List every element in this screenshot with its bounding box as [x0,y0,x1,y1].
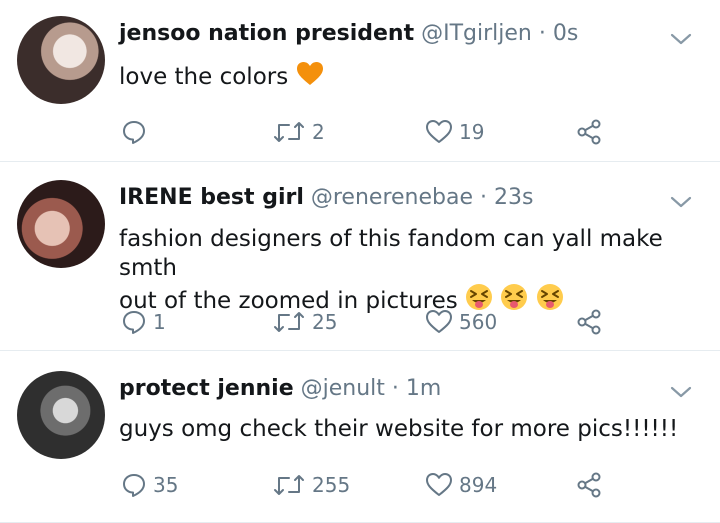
retweet-icon [274,122,304,142]
tweet-text: guys omg check their website for more pi… [119,415,690,444]
like-button[interactable]: 19 [425,117,484,147]
tweet-text-line: fashion designers of this fandom can yal… [119,226,663,281]
reply-button[interactable]: 35 [121,470,178,500]
like-button[interactable]: 560 [425,307,497,337]
tweet-text-line: guys omg check their website for more pi… [119,416,679,442]
retweet-button[interactable]: 2 [272,117,325,147]
tweet-header: IRENE best girl @renerenebae · 23s [119,184,533,212]
reply-button[interactable]: 1 [121,307,166,337]
separator: · [391,376,399,401]
share-button[interactable] [575,117,603,147]
tweet-header: protect jennie @jenult · 1m [119,375,441,403]
tweet-text: love the colors [119,61,690,92]
tweet-header: jensoo nation president @ITgirljen · 0s [119,20,578,48]
share-icon [577,309,601,335]
tweet-text: fashion designers of this fandom can yal… [119,225,690,316]
display-name[interactable]: jensoo nation president [119,21,414,46]
user-handle[interactable]: @jenult [301,376,385,401]
tweet[interactable]: protect jennie @jenult · 1m guys omg che… [0,351,720,523]
heart-icon [426,310,452,333]
reply-icon [123,474,145,497]
separator: · [480,185,488,210]
avatar[interactable] [17,16,105,104]
retweet-button[interactable]: 255 [272,470,350,500]
tweet-text-line: love the colors [119,64,289,90]
retweet-icon [274,475,304,495]
reply-count: 35 [153,473,179,497]
chevron-down-icon[interactable] [670,32,692,46]
reply-icon [123,121,145,144]
share-icon [577,119,601,145]
timestamp[interactable]: 23s [494,185,533,210]
tweet[interactable]: jensoo nation president @ITgirljen · 0s … [0,0,720,162]
user-handle[interactable]: @ITgirljen [421,21,532,46]
tweet-actions: 2 19 [0,117,720,147]
share-button[interactable] [575,470,603,500]
retweet-button[interactable]: 25 [272,307,337,337]
separator: · [538,21,546,46]
share-button[interactable] [575,307,603,337]
reply-icon [123,311,145,334]
like-count: 560 [459,310,498,334]
retweet-count: 25 [312,310,338,334]
chevron-down-icon[interactable] [670,195,692,209]
user-handle[interactable]: @renerenebae [311,185,473,210]
heart-icon [426,120,452,143]
avatar[interactable] [17,180,105,268]
retweet-icon [274,312,304,332]
tweet[interactable]: IRENE best girl @renerenebae · 23s fashi… [0,162,720,351]
reply-count: 1 [153,310,166,334]
timestamp[interactable]: 1m [406,376,441,401]
retweet-count: 2 [312,120,325,144]
display-name[interactable]: IRENE best girl [119,185,304,210]
timestamp[interactable]: 0s [553,21,578,46]
tweet-actions: 35 255 894 [0,470,720,500]
retweet-count: 255 [312,473,351,497]
avatar[interactable] [17,371,105,459]
heart-icon [426,473,452,496]
like-button[interactable]: 894 [425,470,497,500]
chevron-down-icon[interactable] [670,385,692,399]
tweet-actions: 1 25 560 [0,307,720,337]
display-name[interactable]: protect jennie [119,376,294,401]
reply-button[interactable] [121,117,153,147]
orange-heart-icon [296,62,323,85]
like-count: 19 [459,120,485,144]
like-count: 894 [459,473,498,497]
share-icon [577,472,601,498]
